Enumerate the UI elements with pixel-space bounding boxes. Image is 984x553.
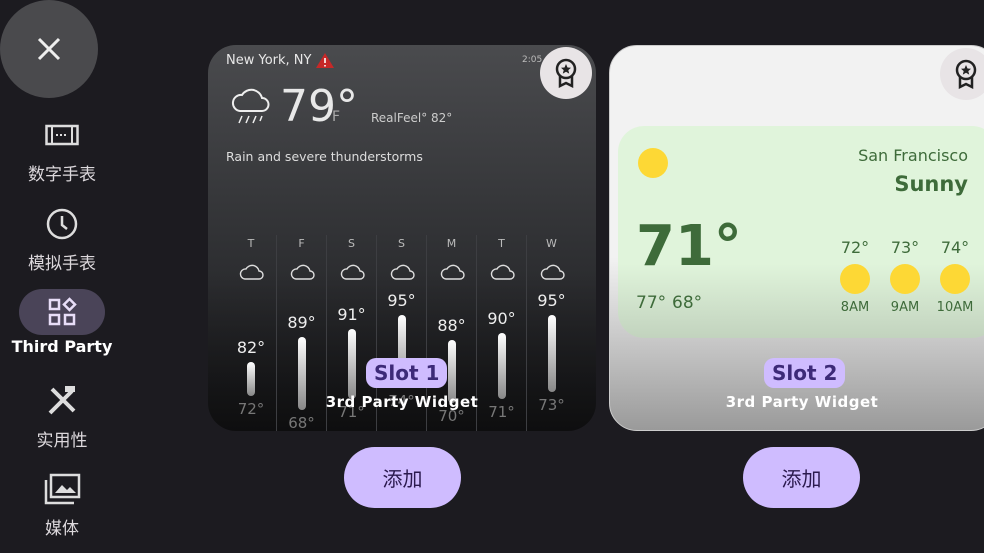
sidebar-item-label: 模拟手表 <box>28 254 96 274</box>
widget-subtitle: 3rd Party Widget <box>325 393 479 411</box>
add-button[interactable]: 添加 <box>344 447 461 508</box>
weather-icon <box>890 264 920 294</box>
badge-button[interactable] <box>540 47 592 99</box>
clock-icon <box>46 208 78 240</box>
hour-temp: 74° <box>940 238 970 257</box>
sun-cloud-icon <box>440 264 465 280</box>
cloud-icon <box>490 264 515 280</box>
sun-icon <box>638 148 668 178</box>
hour-label: 9AM <box>890 300 920 315</box>
badge-button[interactable] <box>940 48 984 100</box>
hour-label: 10AM <box>936 300 974 315</box>
add-button[interactable]: 添加 <box>743 447 860 508</box>
award-icon <box>955 59 977 89</box>
sidebar-item-label: 媒体 <box>45 519 79 539</box>
sidebar-item-media[interactable]: 媒体 <box>0 466 124 539</box>
high-temp: 95° <box>537 291 566 310</box>
low-temp: 68° <box>288 414 315 431</box>
low-temp: 73° <box>538 396 565 414</box>
close-icon <box>37 37 61 61</box>
high-temp: 88° <box>437 316 466 336</box>
hour-temp: 72° <box>840 238 870 257</box>
low-temp: 68° <box>672 293 703 313</box>
widget-subtitle: 3rd Party Widget <box>725 393 879 411</box>
sidebar-item-analog[interactable]: 模拟手表 <box>0 201 124 274</box>
high-temp: 95° <box>387 291 416 310</box>
day-label: W <box>546 237 557 250</box>
hour-label: 8AM <box>840 300 870 315</box>
widgets-icon <box>48 297 77 326</box>
sun-cloud-icon <box>390 264 415 280</box>
close-button[interactable] <box>0 0 98 98</box>
high-temp: 82° <box>236 337 266 357</box>
sidebar-item-third-party[interactable]: Third Party <box>0 289 124 356</box>
thunderstorm-icon <box>239 264 264 280</box>
slot-label: Slot 1 <box>366 358 448 388</box>
sidebar-item-digital[interactable]: 数字手表 <box>0 112 124 185</box>
day-label: M <box>446 237 457 250</box>
high-temp: 90° <box>487 309 516 328</box>
weather-icon <box>940 264 970 294</box>
high-temp: 91° <box>337 305 366 325</box>
city: San Francisco <box>858 146 968 165</box>
low-temp: 72° <box>237 399 265 418</box>
sun-rain-icon <box>540 264 565 280</box>
day-label: S <box>348 237 355 250</box>
weather-icon <box>840 264 870 294</box>
high-temp: 77° <box>636 293 667 313</box>
high-temp: 89° <box>287 312 316 332</box>
day-label: T <box>247 237 255 250</box>
photo-library-icon <box>44 473 81 505</box>
sidebar-item-utility[interactable]: 实用性 <box>0 378 124 451</box>
slot-label: Slot 2 <box>764 358 846 388</box>
forecast-day: T 82° 72° ◌ 100% <box>226 235 276 431</box>
digital-watch-icon <box>45 124 79 146</box>
current-temp: 71° <box>636 214 742 279</box>
sidebar-item-label: 实用性 <box>36 431 88 451</box>
hour-temp: 73° <box>890 238 920 257</box>
temp-range-bar <box>348 329 356 400</box>
temp-range-bar <box>548 315 556 392</box>
partly-sunny-icon <box>290 264 315 280</box>
day-label: S <box>398 237 405 250</box>
temp-range-bar <box>498 333 506 400</box>
tools-icon <box>48 386 76 415</box>
sidebar-item-label: 数字手表 <box>28 165 96 185</box>
forecast-day: W 95° 73° ◌ 0% <box>526 235 576 431</box>
award-icon <box>555 58 577 88</box>
condition: Sunny <box>894 172 968 196</box>
temp-range-bar <box>247 361 255 396</box>
day-label: F <box>298 237 305 250</box>
day-label: T <box>498 237 505 250</box>
sidebar-item-label: Third Party <box>11 337 113 356</box>
cloudy-icon <box>340 264 365 280</box>
